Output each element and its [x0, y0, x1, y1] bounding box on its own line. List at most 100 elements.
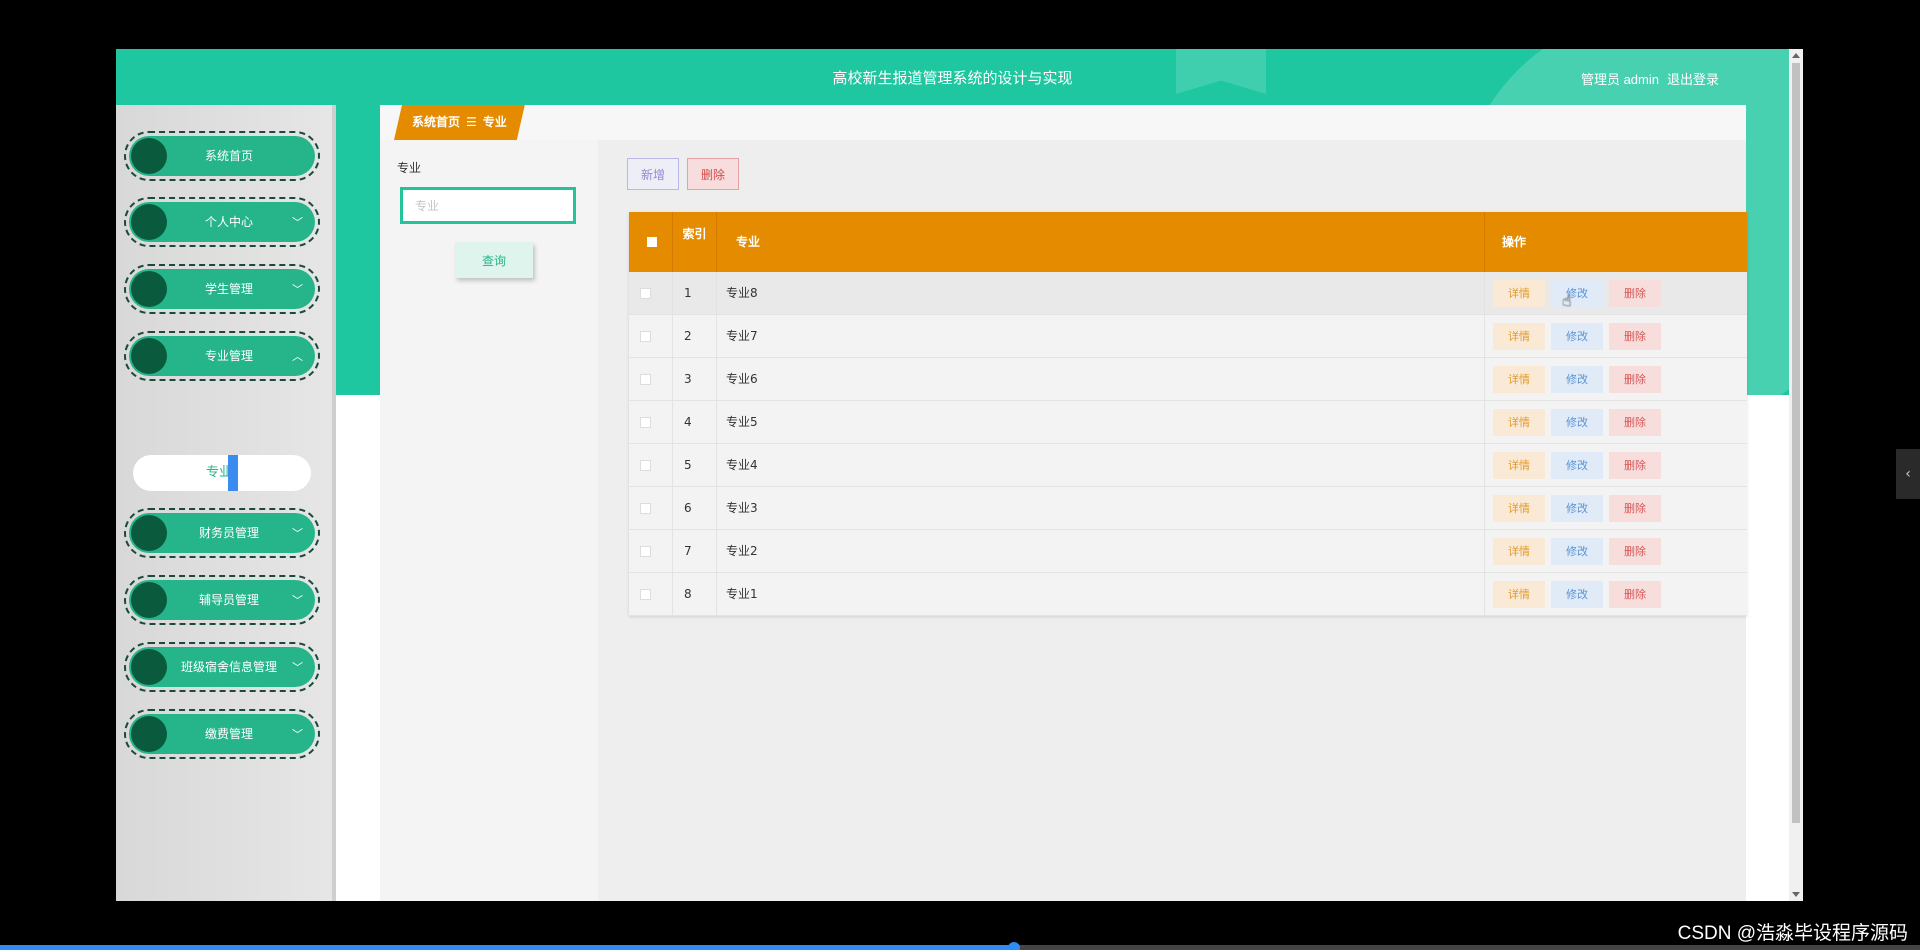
progress-knob[interactable]: [1007, 942, 1020, 950]
table-row: 3 专业6 详情 修改 删除: [629, 358, 1747, 401]
row-major: 专业5: [717, 401, 1485, 444]
query-button[interactable]: 查询: [455, 242, 533, 278]
detail-button[interactable]: 详情: [1493, 495, 1545, 522]
scrollbar-thumb[interactable]: [1792, 63, 1800, 823]
row-checkbox[interactable]: [640, 589, 651, 600]
sidebar-item-students[interactable]: 学生管理 ﹀: [124, 264, 320, 314]
row-checkbox[interactable]: [640, 331, 651, 342]
row-major: 专业6: [717, 358, 1485, 401]
row-checkbox[interactable]: [640, 374, 651, 385]
row-delete-button[interactable]: 删除: [1609, 538, 1661, 565]
scroll-down-icon[interactable]: [1792, 892, 1800, 897]
sidebar-item-label: 专业管理: [204, 349, 253, 363]
edit-button[interactable]: 修改: [1551, 366, 1603, 393]
add-button[interactable]: 新增: [627, 158, 679, 190]
row-checkbox[interactable]: [640, 460, 651, 471]
sidebar-item-label: 系统首页: [204, 149, 253, 163]
sidebar-item-payments[interactable]: 缴费管理 ﹀: [124, 709, 320, 759]
sidebar-item-finance[interactable]: 财务员管理 ﹀: [124, 508, 320, 558]
row-delete-button[interactable]: 删除: [1609, 280, 1661, 307]
row-check-cell: [629, 573, 673, 616]
progress-fill: [0, 945, 1014, 950]
edit-button[interactable]: 修改: [1551, 452, 1603, 479]
row-actions: 详情 修改 删除: [1485, 358, 1747, 401]
chevron-down-icon: ﹀: [292, 216, 303, 229]
menu-dot-icon: [131, 649, 167, 685]
breadcrumb-bar: 系统首页 ☰ 专业: [380, 105, 1746, 140]
detail-button[interactable]: 详情: [1493, 452, 1545, 479]
detail-button[interactable]: 详情: [1493, 280, 1545, 307]
row-checkbox[interactable]: [640, 417, 651, 428]
detail-button[interactable]: 详情: [1493, 538, 1545, 565]
row-check-cell: [629, 444, 673, 487]
detail-button[interactable]: 详情: [1493, 323, 1545, 350]
row-delete-button[interactable]: 删除: [1609, 366, 1661, 393]
row-delete-button[interactable]: 删除: [1609, 495, 1661, 522]
menu-dot-icon: [131, 582, 167, 618]
user-label: 管理员 admin: [1580, 72, 1659, 87]
side-panel-toggle[interactable]: ‹: [1896, 449, 1920, 499]
sidebar-item-counselors[interactable]: 辅导员管理 ﹀: [124, 575, 320, 625]
menu-dot-icon: [131, 716, 167, 752]
row-delete-button[interactable]: 删除: [1609, 452, 1661, 479]
chevron-down-icon: ﹀: [292, 728, 303, 741]
table-row: 6 专业3 详情 修改 删除: [629, 487, 1747, 530]
row-delete-button[interactable]: 删除: [1609, 581, 1661, 608]
row-major: 专业2: [717, 530, 1485, 573]
row-index: 2: [673, 315, 717, 358]
vertical-scrollbar[interactable]: [1789, 49, 1803, 901]
edit-button[interactable]: 修改: [1551, 409, 1603, 436]
select-all-checkbox[interactable]: [647, 237, 657, 247]
search-panel: 专业 查询: [380, 140, 598, 901]
edit-button[interactable]: 修改: [1551, 581, 1603, 608]
detail-button[interactable]: 详情: [1493, 366, 1545, 393]
row-major: 专业8: [717, 272, 1485, 315]
delete-button[interactable]: 删除: [687, 158, 739, 190]
row-delete-button[interactable]: 删除: [1609, 323, 1661, 350]
row-check-cell: [629, 272, 673, 315]
watermark-text: CSDN @浩淼毕设程序源码: [1677, 923, 1908, 944]
row-checkbox[interactable]: [640, 503, 651, 514]
row-checkbox[interactable]: [640, 546, 651, 557]
chevron-down-icon: ﹀: [292, 283, 303, 296]
edit-button[interactable]: 修改: [1551, 323, 1603, 350]
sidebar-item-personal-center[interactable]: 个人中心 ﹀: [124, 197, 320, 247]
detail-button[interactable]: 详情: [1493, 409, 1545, 436]
header-index: 索引: [673, 212, 717, 272]
logout-link[interactable]: 退出登录: [1667, 72, 1719, 87]
table-body: 1 专业8 详情 修改 删除 2 专业7 详情 修改 删除 3 专业6 详情 修改 删除 4 专业5 详情 修改 删除…: [629, 272, 1747, 616]
row-major: 专业7: [717, 315, 1485, 358]
row-checkbox[interactable]: [640, 288, 651, 299]
row-delete-button[interactable]: 删除: [1609, 409, 1661, 436]
row-actions: 详情 修改 删除: [1485, 487, 1747, 530]
sidebar-item-majors[interactable]: 专业管理 ︿: [124, 331, 320, 381]
detail-button[interactable]: 详情: [1493, 581, 1545, 608]
row-check-cell: [629, 315, 673, 358]
row-check-cell: [629, 401, 673, 444]
breadcrumb-home[interactable]: 系统首页: [412, 115, 460, 129]
sidebar-item-label: 班级宿舍信息管理: [180, 660, 277, 674]
sidebar-item-home[interactable]: 系统首页: [124, 131, 320, 181]
video-progress-bar[interactable]: [0, 942, 1920, 950]
row-index: 8: [673, 573, 717, 616]
search-input[interactable]: [400, 187, 576, 224]
submenu-item-major[interactable]: 专业: [133, 455, 311, 491]
row-actions: 详情 修改 删除: [1485, 315, 1747, 358]
search-label: 专业: [397, 161, 422, 175]
row-actions: 详情 修改 删除: [1485, 401, 1747, 444]
row-index: 6: [673, 487, 717, 530]
table-row: 5 专业4 详情 修改 删除: [629, 444, 1747, 487]
chevron-down-icon: ﹀: [292, 594, 303, 607]
table-row: 1 专业8 详情 修改 删除: [629, 272, 1747, 315]
scroll-up-icon[interactable]: [1792, 53, 1800, 58]
row-check-cell: [629, 530, 673, 573]
sidebar-item-label: 学生管理: [204, 282, 253, 296]
sidebar-item-dorms[interactable]: 班级宿舍信息管理 ﹀: [124, 642, 320, 692]
edit-button[interactable]: 修改: [1551, 495, 1603, 522]
sidebar-item-label: 财务员管理: [198, 526, 259, 540]
breadcrumb: 系统首页 ☰ 专业: [394, 105, 525, 140]
row-index: 1: [673, 272, 717, 315]
edit-button[interactable]: 修改: [1551, 280, 1603, 307]
edit-button[interactable]: 修改: [1551, 538, 1603, 565]
sidebar-item-label: 辅导员管理: [198, 593, 259, 607]
